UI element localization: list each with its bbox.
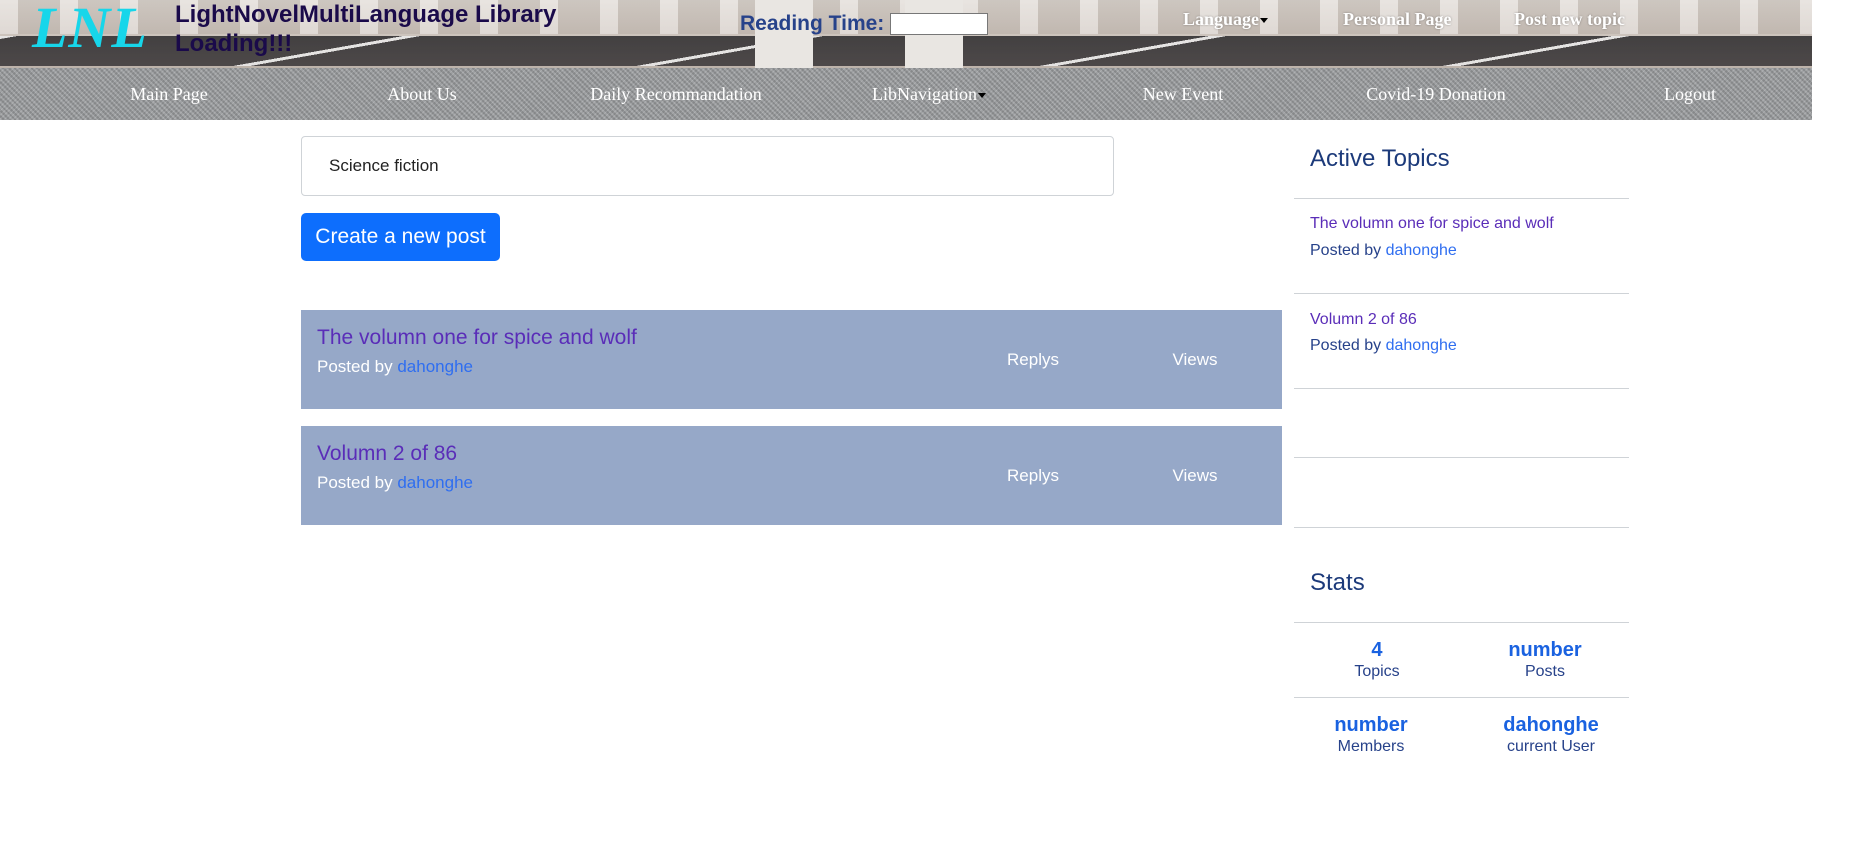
topic-title-link[interactable]: The volumn one for spice and wolf bbox=[317, 326, 637, 350]
active-topic-link[interactable]: Volumn 2 of 86 bbox=[1310, 311, 1417, 329]
divider bbox=[1294, 622, 1629, 623]
active-topic-meta: Posted by dahonghe bbox=[1310, 337, 1457, 355]
stat-value: 4 bbox=[1371, 639, 1383, 661]
nav-logout[interactable]: Logout bbox=[1664, 68, 1716, 120]
topic-row[interactable]: The volumn one for spice and wolf Posted… bbox=[301, 310, 1282, 409]
personal-page-link[interactable]: Personal Page bbox=[1343, 9, 1451, 30]
posted-by-label: Posted by bbox=[1310, 242, 1382, 259]
reading-time: Reading Time: bbox=[740, 12, 989, 36]
topic-meta: Posted by dahonghe bbox=[317, 473, 473, 493]
topic-title-link[interactable]: Volumn 2 of 86 bbox=[317, 442, 457, 466]
stat-members: number Members bbox=[1334, 713, 1407, 757]
stat-value: number bbox=[1508, 639, 1582, 661]
replys-label: Replys bbox=[1007, 350, 1059, 369]
stat-value: dahonghe bbox=[1503, 714, 1599, 736]
posted-by-label: Posted by bbox=[317, 357, 393, 376]
category-label: Science fiction bbox=[301, 136, 1114, 196]
replys-label: Replys bbox=[1007, 466, 1059, 485]
reading-time-label: Reading Time: bbox=[740, 12, 885, 35]
active-topic-meta: Posted by dahonghe bbox=[1310, 242, 1457, 260]
nav-main-page[interactable]: Main Page bbox=[130, 68, 207, 120]
author-link[interactable]: dahonghe bbox=[1386, 337, 1457, 354]
divider bbox=[1294, 527, 1629, 528]
divider bbox=[1294, 198, 1629, 199]
divider bbox=[1294, 457, 1629, 458]
language-dropdown[interactable]: Language bbox=[1183, 9, 1269, 30]
stat-topics: 4 Topics bbox=[1354, 638, 1399, 682]
stat-value: number bbox=[1334, 714, 1408, 736]
nav-libnavigation[interactable]: LibNavigation bbox=[872, 68, 986, 120]
stat-label: Topics bbox=[1354, 663, 1400, 680]
author-link[interactable]: dahonghe bbox=[1386, 242, 1457, 259]
reading-time-input[interactable] bbox=[890, 13, 989, 35]
stats-heading: Stats bbox=[1310, 569, 1365, 596]
site-logo[interactable]: LNL bbox=[32, 0, 148, 61]
topic-meta: Posted by dahonghe bbox=[317, 357, 473, 377]
caret-down-icon bbox=[977, 93, 986, 99]
posted-by-label: Posted by bbox=[1310, 337, 1382, 354]
nav-libnavigation-label: LibNavigation bbox=[872, 84, 977, 104]
stat-posts: number Posts bbox=[1508, 638, 1581, 682]
active-topic-link[interactable]: The volumn one for spice and wolf bbox=[1310, 215, 1554, 233]
divider bbox=[1294, 697, 1629, 698]
active-topics-heading: Active Topics bbox=[1310, 145, 1450, 172]
nav-daily-recommandation[interactable]: Daily Recommandation bbox=[590, 68, 761, 120]
author-link[interactable]: dahonghe bbox=[397, 357, 473, 376]
stat-current-user: dahonghe current User bbox=[1503, 713, 1599, 757]
stat-label: current User bbox=[1506, 738, 1596, 755]
topic-row[interactable]: Volumn 2 of 86 Posted by dahonghe Replys… bbox=[301, 426, 1282, 525]
nav-new-event[interactable]: New Event bbox=[1143, 68, 1223, 120]
divider bbox=[1294, 293, 1629, 294]
language-label: Language bbox=[1183, 9, 1260, 29]
nav-about-us[interactable]: About Us bbox=[387, 68, 457, 120]
views-label: Views bbox=[1172, 466, 1218, 485]
nav-covid-donation[interactable]: Covid-19 Donation bbox=[1366, 68, 1506, 120]
post-new-topic-link[interactable]: Post new topic bbox=[1514, 9, 1625, 30]
create-post-button[interactable]: Create a new post bbox=[301, 213, 500, 261]
author-link[interactable]: dahonghe bbox=[397, 473, 473, 492]
posted-by-label: Posted by bbox=[317, 473, 393, 492]
stat-label: Posts bbox=[1524, 663, 1565, 680]
caret-down-icon bbox=[1260, 18, 1269, 24]
divider bbox=[1294, 388, 1629, 389]
main-nav: Main Page About Us Daily Recommandation … bbox=[0, 68, 1812, 120]
stat-label: Members bbox=[1337, 738, 1405, 755]
site-title: LightNovelMultiLanguage Library Loading!… bbox=[175, 1, 557, 57]
views-label: Views bbox=[1172, 350, 1218, 369]
